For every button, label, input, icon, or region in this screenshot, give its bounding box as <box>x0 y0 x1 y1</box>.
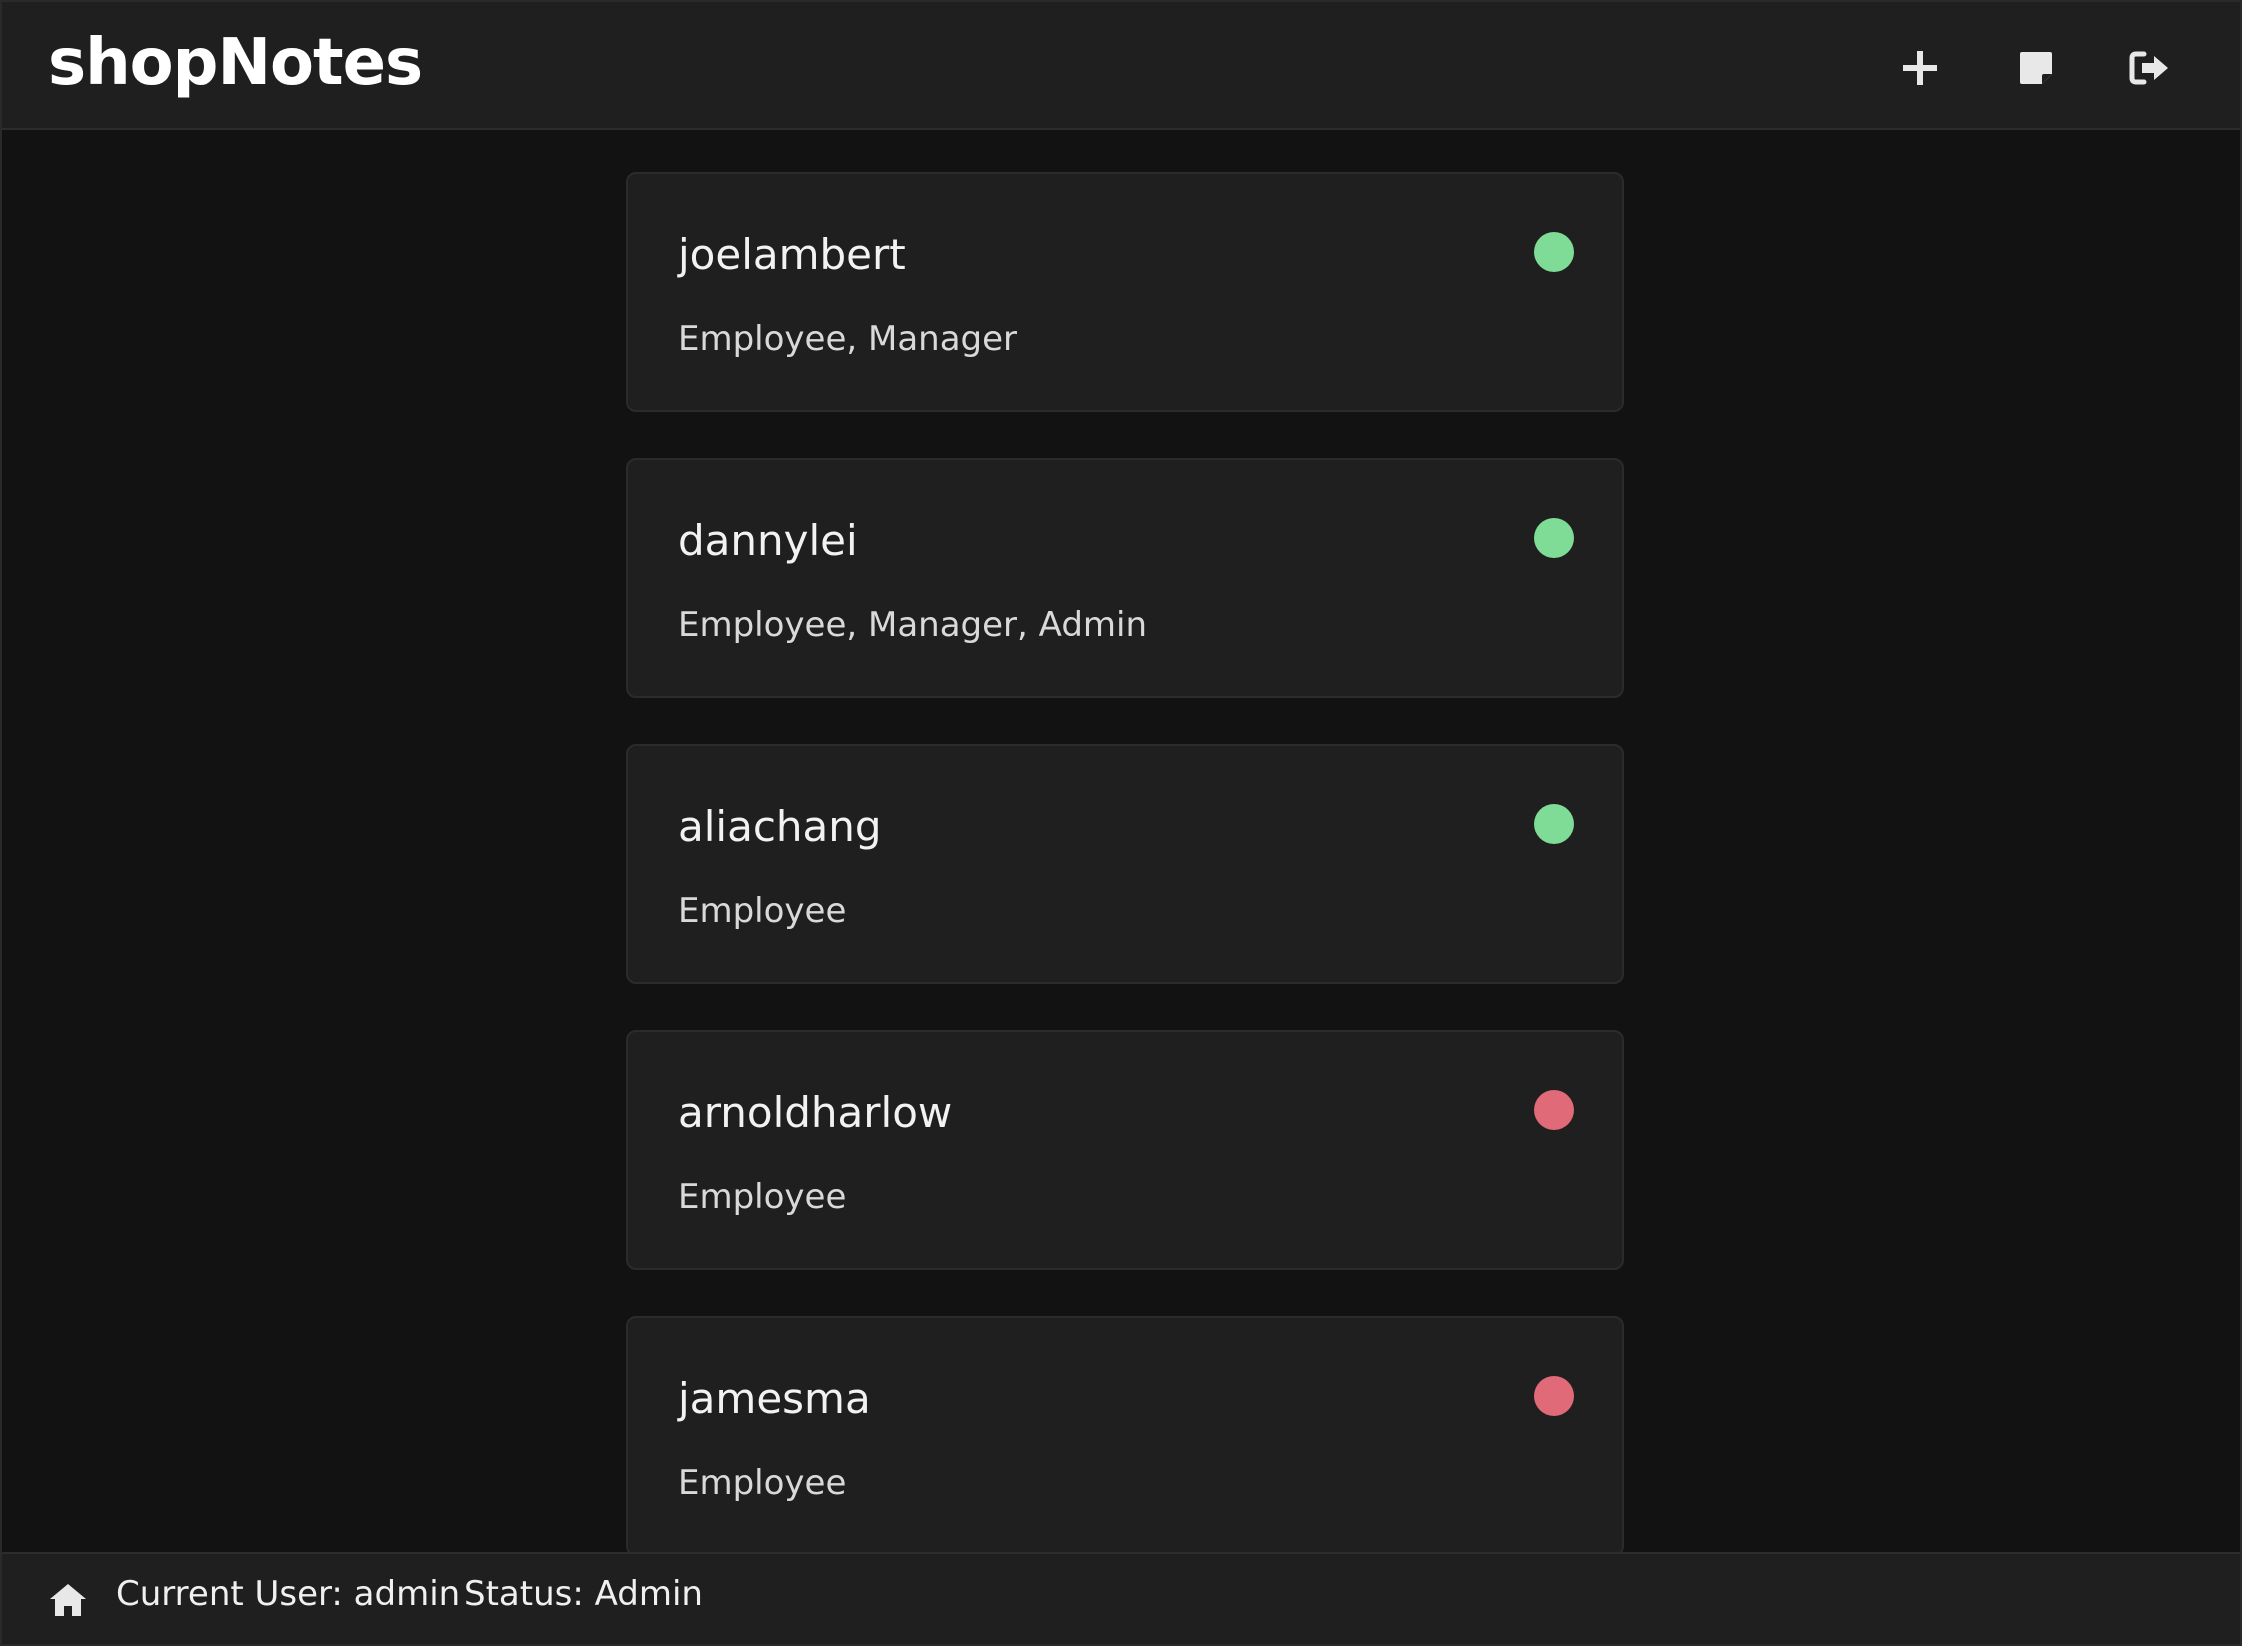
user-roles: Employee, Manager <box>678 319 1018 359</box>
status-indicator <box>1534 518 1574 558</box>
current-user-label: Current User: admin <box>116 1574 461 1614</box>
user-card-aliachang[interactable]: aliachang Employee <box>626 744 1624 984</box>
notes-button[interactable] <box>2004 36 2068 100</box>
logout-icon <box>2129 51 2168 85</box>
logout-button[interactable] <box>2118 36 2182 100</box>
app-window: shopNotes joelambert Employee, Manager d… <box>0 0 2242 1646</box>
home-icon <box>50 1584 86 1616</box>
footer-bar: Current User: admin Status: Admin <box>2 1552 2240 1644</box>
user-card-arnoldharlow[interactable]: arnoldharlow Employee <box>626 1030 1624 1270</box>
username: dannylei <box>678 516 858 565</box>
user-list: joelambert Employee, Manager dannylei Em… <box>626 172 1624 1602</box>
status-indicator <box>1534 1376 1574 1416</box>
status-indicator <box>1534 1090 1574 1130</box>
username: aliachang <box>678 802 882 851</box>
plus-icon <box>1903 51 1937 85</box>
username: jamesma <box>678 1374 871 1423</box>
user-card-joelambert[interactable]: joelambert Employee, Manager <box>626 172 1624 412</box>
note-icon <box>2020 52 2052 84</box>
header-bar: shopNotes <box>2 2 2240 130</box>
user-roles: Employee <box>678 1177 847 1217</box>
username: arnoldharlow <box>678 1088 953 1137</box>
user-roles: Employee <box>678 1463 847 1503</box>
user-card-jamesma[interactable]: jamesma Employee <box>626 1316 1624 1556</box>
add-user-button[interactable] <box>1888 36 1952 100</box>
home-button[interactable] <box>48 1580 88 1620</box>
status-label: Status: Admin <box>464 1574 703 1614</box>
user-card-dannylei[interactable]: dannylei Employee, Manager, Admin <box>626 458 1624 698</box>
username: joelambert <box>678 230 906 279</box>
app-title[interactable]: shopNotes <box>48 26 423 100</box>
status-indicator <box>1534 232 1574 272</box>
status-indicator <box>1534 804 1574 844</box>
user-roles: Employee, Manager, Admin <box>678 605 1148 645</box>
user-roles: Employee <box>678 891 847 931</box>
